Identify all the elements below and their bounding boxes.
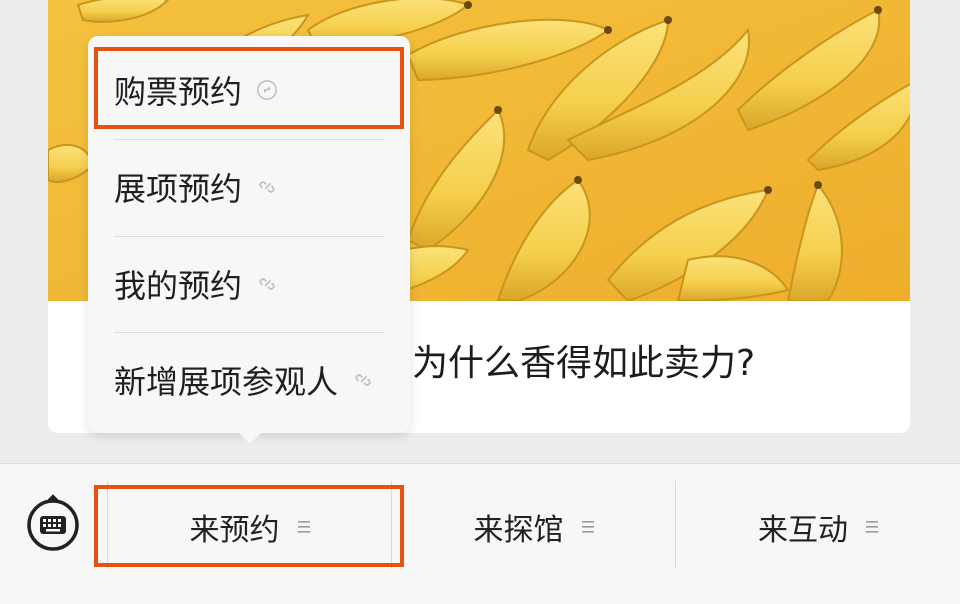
tab-label: 来探馆 [473, 513, 564, 548]
menu-lines-icon [581, 521, 594, 533]
menu-item-add-visitor[interactable]: 新增展项参观人 [88, 332, 410, 428]
link-icon [259, 181, 275, 193]
link-icon [355, 374, 371, 386]
menu-item-exhibit-booking[interactable]: 展项预约 [88, 139, 410, 235]
tab-label: 来互动 [758, 513, 848, 548]
highlight-box-tab [94, 485, 404, 567]
keyboard-icon[interactable] [26, 494, 80, 552]
menu-item-label: 新增展项参观人 [114, 363, 339, 401]
tab-interact[interactable]: 来互动 [676, 464, 960, 590]
menu-item-my-bookings[interactable]: 我的预约 [88, 236, 410, 332]
menu-lines-icon [866, 521, 878, 533]
link-icon [259, 278, 275, 290]
tab-visit[interactable]: 来探馆 [392, 464, 675, 590]
highlight-box-menu-item [94, 47, 404, 129]
menu-item-label: 展项预约 [114, 170, 243, 208]
menu-item-label: 我的预约 [114, 267, 243, 305]
dropdown-arrow [238, 432, 262, 444]
article-title[interactable]: 为什么香得如此卖力? [412, 342, 755, 385]
